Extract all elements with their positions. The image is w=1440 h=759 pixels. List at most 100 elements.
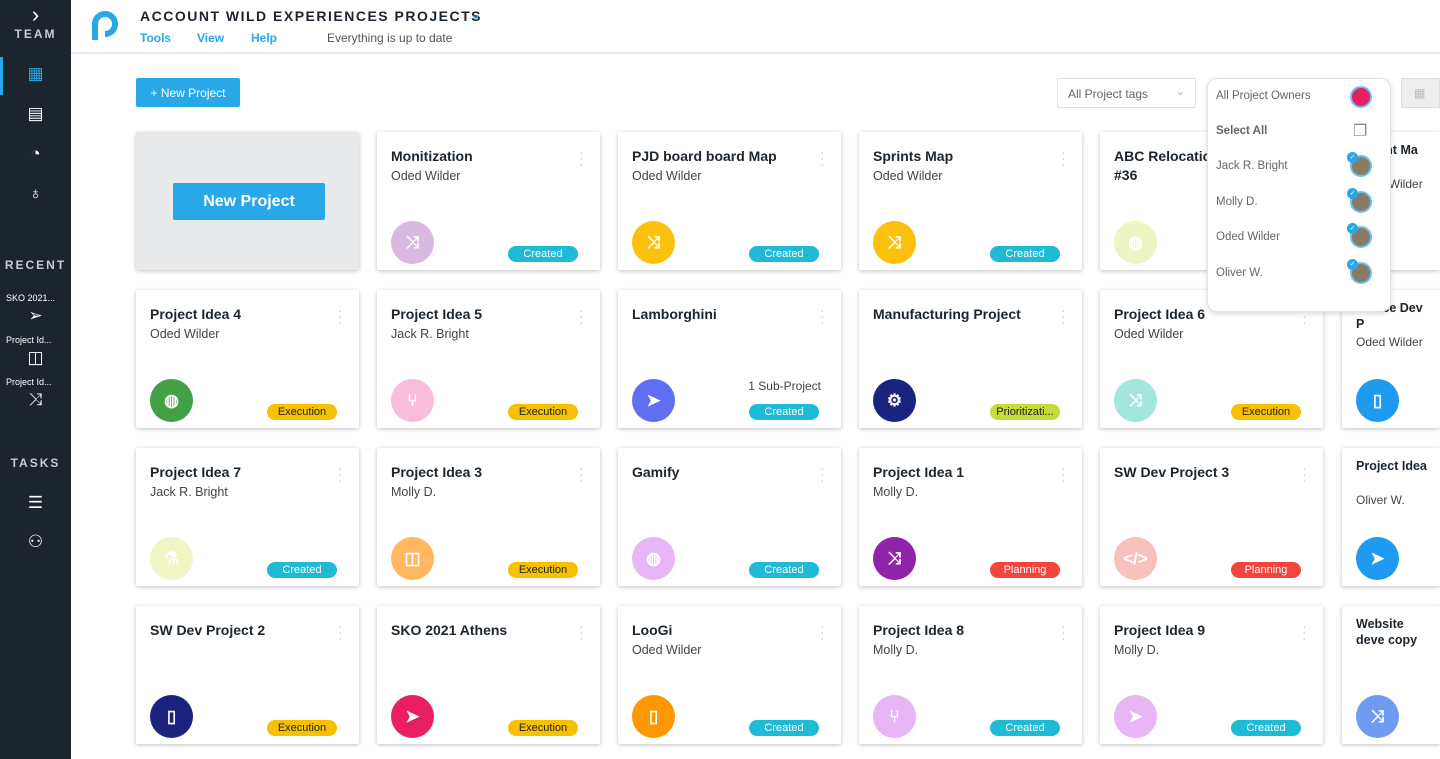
- project-name[interactable]: Project Idea 5: [391, 305, 566, 324]
- project-card[interactable]: Gamify · · · ◍ Created: [618, 448, 841, 586]
- project-name[interactable]: LooGi: [632, 621, 807, 640]
- project-name[interactable]: Project Idea 7: [150, 463, 325, 482]
- more-options-icon[interactable]: ···: [579, 619, 584, 645]
- status-badge: Planning: [1231, 562, 1301, 578]
- recent-item-label[interactable]: Project Id...: [6, 335, 52, 345]
- project-card[interactable]: Manufacturing Project · · · ⚙ Prioritizati…: [859, 290, 1082, 428]
- menu-help[interactable]: Help: [251, 31, 277, 45]
- more-options-icon[interactable]: ···: [820, 619, 825, 645]
- globe-icon: ◍: [150, 379, 193, 422]
- recent-item-label[interactable]: Project Id...: [6, 377, 52, 387]
- project-card[interactable]: Sprints Map Oded Wilder · · · ⤨ Created: [859, 132, 1082, 270]
- more-options-icon[interactable]: ···: [338, 619, 343, 645]
- project-name[interactable]: Lamborghini: [632, 305, 807, 324]
- select-all-checkbox-icon[interactable]: ❐: [1353, 121, 1367, 141]
- select-all-option[interactable]: Select All: [1216, 125, 1267, 137]
- project-card[interactable]: Project Idea 3 Molly D. · · · ◫ Execution: [377, 448, 600, 586]
- project-name[interactable]: SKO 2021 Athens: [391, 621, 566, 640]
- expand-chevron-icon[interactable]: ›: [0, 2, 71, 28]
- more-options-icon[interactable]: ···: [338, 461, 343, 487]
- project-name[interactable]: Gamify: [632, 463, 807, 482]
- recent-item-label[interactable]: SKO 2021...: [6, 293, 55, 303]
- project-card[interactable]: Project Idea 4 Oded Wilder · · · ◍ Executi…: [136, 290, 359, 428]
- project-card[interactable]: Monitization Oded Wilder · · · ⤨ Created: [377, 132, 600, 270]
- money-bag-icon[interactable]: ♁: [0, 184, 71, 204]
- more-options-icon[interactable]: ···: [579, 145, 584, 171]
- project-card[interactable]: Project Idea 8 Molly D. · · · ⑂ Created: [859, 606, 1082, 744]
- project-name[interactable]: Monitization: [391, 147, 566, 166]
- project-card[interactable]: Website deve copy ··· ⤨: [1342, 606, 1440, 744]
- paper-plane-icon[interactable]: ➢: [0, 306, 71, 326]
- shuffle-icon: ⤨: [632, 221, 675, 264]
- project-card[interactable]: Project Idea 9 Molly D. · · · ➤ Created: [1100, 606, 1323, 744]
- status-badge: Created: [990, 246, 1060, 262]
- project-name[interactable]: Project Idea 8: [873, 621, 1048, 640]
- shuffle-icon: ⤨: [1356, 695, 1399, 738]
- grid-icon[interactable]: ▦: [0, 64, 71, 84]
- paper-plane-icon: ➤: [391, 695, 434, 738]
- project-name[interactable]: Website deve copy: [1356, 616, 1434, 648]
- project-card[interactable]: Project Idea 1 Molly D. · · · ⤨ Planning: [859, 448, 1082, 586]
- new-project-button[interactable]: + New Project: [136, 78, 240, 107]
- status-badge: Execution: [508, 404, 578, 420]
- project-card[interactable]: PJD board board Map Oded Wilder · · · ⤨ Cr…: [618, 132, 841, 270]
- dashboard-gauge-icon[interactable]: ◔: [0, 144, 71, 164]
- project-name[interactable]: SW Dev Project 2: [150, 621, 325, 640]
- new-project-card-button[interactable]: New Project: [173, 183, 325, 220]
- more-options-icon[interactable]: ···: [1061, 303, 1066, 329]
- project-owners-dropdown[interactable]: All Project Owners Select All ❐ Jack R. …: [1207, 78, 1391, 312]
- owners-dropdown-title[interactable]: All Project Owners: [1216, 90, 1311, 102]
- new-project-card[interactable]: New Project: [136, 132, 359, 270]
- sub-project-count[interactable]: 1 Sub-Project: [748, 379, 821, 393]
- users-icon[interactable]: ⚇: [0, 532, 71, 552]
- chevron-down-icon[interactable]: ⌄: [469, 4, 482, 24]
- project-card[interactable]: Project Idea 7 Jack R. Bright · · · ⚗ Crea…: [136, 448, 359, 586]
- more-options-icon[interactable]: ···: [338, 303, 343, 329]
- project-name[interactable]: SW Dev Project 3: [1114, 463, 1289, 482]
- owner-option[interactable]: Molly D.: [1216, 196, 1258, 208]
- menu-tools[interactable]: Tools: [140, 31, 171, 45]
- project-card[interactable]: LooGi Oded Wilder · · · ▯ Created: [618, 606, 841, 744]
- owner-option[interactable]: Oded Wilder: [1216, 231, 1280, 243]
- more-options-icon[interactable]: ···: [1302, 461, 1307, 487]
- project-owner: Oded Wilder: [873, 169, 943, 183]
- project-card[interactable]: Project Idea 5 Jack R. Bright · · · ⑂ Exec…: [377, 290, 600, 428]
- more-options-icon[interactable]: ···: [1061, 145, 1066, 171]
- owner-option[interactable]: Jack R. Bright: [1216, 160, 1288, 172]
- more-options-icon[interactable]: ···: [1061, 619, 1066, 645]
- view-toggle-button[interactable]: ▦: [1401, 78, 1440, 108]
- project-tags-filter[interactable]: All Project tags ⌄: [1057, 78, 1196, 108]
- briefcase-icon[interactable]: ▤: [0, 104, 71, 124]
- more-options-icon[interactable]: ···: [579, 461, 584, 487]
- owner-avatar: ✓: [1347, 187, 1372, 213]
- more-options-icon[interactable]: ···: [820, 461, 825, 487]
- project-card[interactable]: Project Idea Oliver W. ··· ➤: [1342, 448, 1440, 586]
- project-name[interactable]: Project Idea: [1356, 458, 1434, 474]
- more-options-icon[interactable]: ···: [820, 303, 825, 329]
- status-badge: Created: [749, 246, 819, 262]
- more-options-icon[interactable]: ···: [1061, 461, 1066, 487]
- paper-plane-icon: ➤: [1356, 537, 1399, 580]
- project-name[interactable]: Project Idea 4: [150, 305, 325, 324]
- more-options-icon[interactable]: ···: [820, 145, 825, 171]
- branch-icon: ⑂: [391, 379, 434, 422]
- menu-view[interactable]: View: [197, 31, 224, 45]
- owner-avatar: ✓: [1347, 258, 1372, 284]
- list-icon[interactable]: ☰: [0, 493, 71, 513]
- project-owner: Oliver W.: [1356, 493, 1405, 507]
- project-name[interactable]: Sprints Map: [873, 147, 1048, 166]
- project-card[interactable]: SW Dev Project 2 · · · ▯ Execution: [136, 606, 359, 744]
- project-name[interactable]: PJD board board Map: [632, 147, 807, 166]
- columns-icon[interactable]: ◫: [0, 348, 71, 368]
- project-card[interactable]: Lamborghini · · · ➤ 1 Sub-Project Created: [618, 290, 841, 428]
- project-name[interactable]: Project Idea 3: [391, 463, 566, 482]
- more-options-icon[interactable]: ···: [1302, 619, 1307, 645]
- more-options-icon[interactable]: ···: [579, 303, 584, 329]
- project-name[interactable]: Manufacturing Project: [873, 305, 1048, 324]
- project-name[interactable]: Project Idea 1: [873, 463, 1048, 482]
- owner-option[interactable]: Oliver W.: [1216, 267, 1263, 279]
- project-card[interactable]: SW Dev Project 3 · · · </> Planning: [1100, 448, 1323, 586]
- shuffle-icon[interactable]: ⤨: [0, 390, 71, 410]
- project-name[interactable]: Project Idea 9: [1114, 621, 1289, 640]
- project-card[interactable]: SKO 2021 Athens · · · ➤ Execution: [377, 606, 600, 744]
